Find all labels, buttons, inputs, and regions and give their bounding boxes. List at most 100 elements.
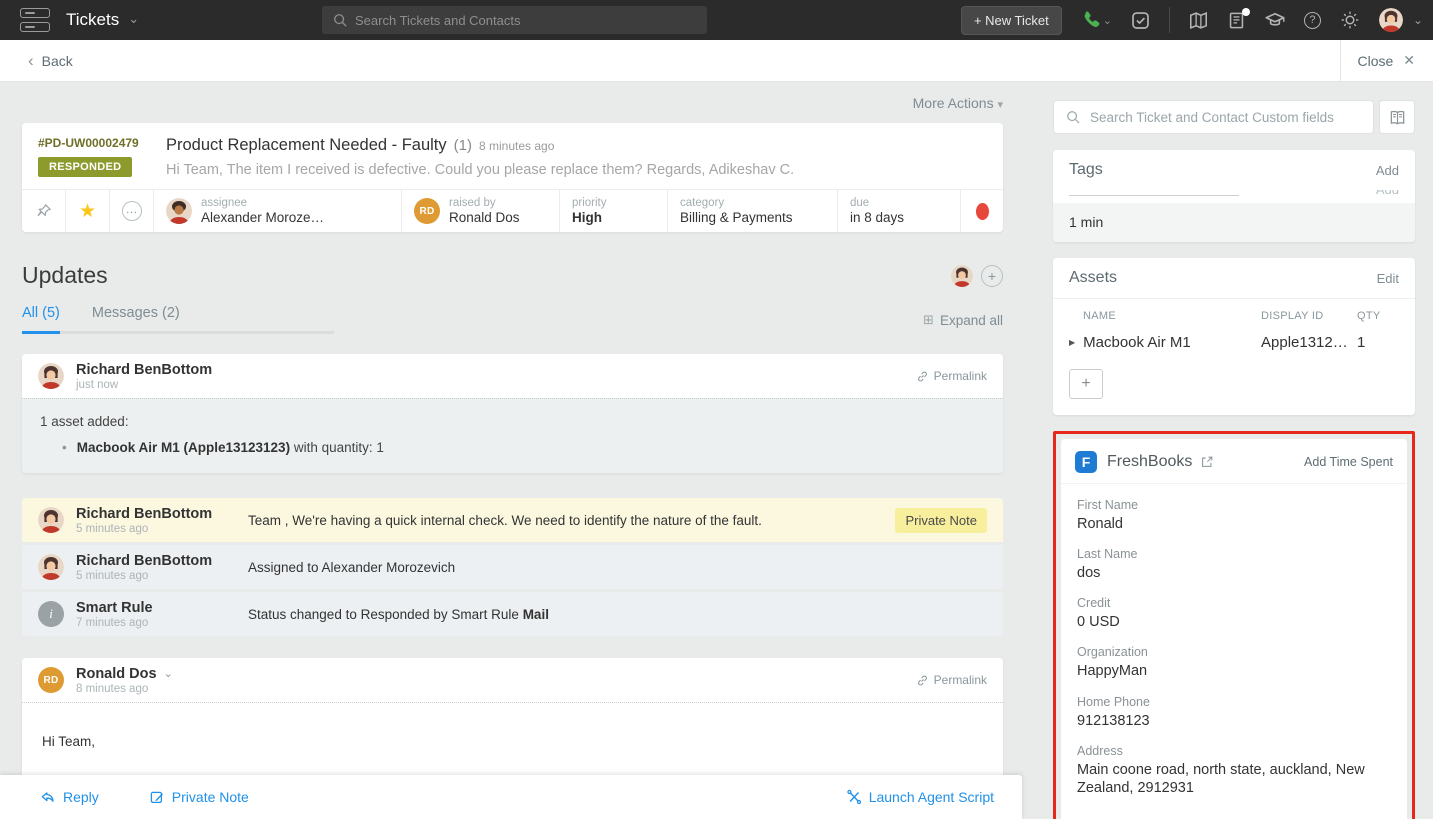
- search-icon: [1066, 110, 1080, 124]
- sla-red-indicator[interactable]: [976, 203, 989, 220]
- raised-by-value: Ronald Dos: [449, 210, 520, 225]
- custom-fields-search[interactable]: [1053, 100, 1374, 134]
- fb-field-address: Address Main coone road, north state, au…: [1077, 744, 1391, 797]
- due-label: due: [850, 197, 904, 209]
- knowledge-map-icon[interactable]: [1189, 11, 1208, 30]
- more-actions-button[interactable]: More Actions ▾: [913, 95, 1003, 115]
- due-cell[interactable]: due in 8 days: [838, 190, 961, 232]
- freshbooks-title: FreshBooks: [1107, 453, 1192, 471]
- asset-name: Macbook Air M1: [1083, 334, 1261, 351]
- add-time-spent-button[interactable]: Add Time Spent: [1304, 455, 1393, 469]
- sla-indicator-cell: [961, 190, 1003, 232]
- chevron-left-icon: ‹: [28, 51, 34, 71]
- external-link-icon[interactable]: [1200, 455, 1214, 469]
- tab-all[interactable]: All (5): [22, 305, 60, 334]
- book-icon: [1389, 109, 1406, 126]
- whats-new-icon[interactable]: [1227, 11, 1246, 30]
- close-label: Close: [1357, 53, 1393, 69]
- private-note-button[interactable]: Private Note: [149, 789, 249, 805]
- launch-agent-script-button[interactable]: Launch Agent Script: [846, 789, 994, 805]
- ticket-column: More Actions ▾ #PD-UW00002479 RESPONDED …: [22, 82, 1003, 819]
- module-label: Tickets: [66, 10, 119, 30]
- col-name: NAME: [1083, 310, 1261, 322]
- assignee-cell[interactable]: assignee Alexander Moroze…: [154, 190, 402, 232]
- timeline-asset-event: Richard BenBottom just now Permalink 1 a…: [22, 354, 1003, 473]
- expand-all-button[interactable]: ⊞ Expand all: [923, 312, 1003, 334]
- fb-field-organization: Organization HappyMan: [1077, 645, 1391, 680]
- clipped-scrolled-row: Add: [1053, 190, 1415, 203]
- close-button[interactable]: Close ✕: [1340, 40, 1433, 82]
- tags-add-button[interactable]: Add: [1376, 163, 1399, 178]
- chevron-down-icon: ⌄: [1103, 14, 1112, 27]
- assets-edit-button[interactable]: Edit: [1377, 271, 1399, 286]
- priority-cell[interactable]: priority High: [560, 190, 668, 232]
- permalink-button[interactable]: Permalink: [916, 369, 987, 383]
- category-cell[interactable]: category Billing & Payments: [668, 190, 838, 232]
- reply-icon: [40, 790, 56, 805]
- add-watcher-button[interactable]: +: [981, 265, 1003, 287]
- requester-initials-avatar: RD: [38, 667, 64, 693]
- fb-field-home-phone: Home Phone 912138123: [1077, 695, 1391, 730]
- due-value: in 8 days: [850, 210, 904, 225]
- assignment-row[interactable]: Richard BenBottom 5 minutes ago Assigned…: [22, 545, 1003, 589]
- watcher-avatar[interactable]: [951, 265, 973, 287]
- notification-dot: [1242, 8, 1250, 16]
- top-navbar: Tickets ⌄ + New Ticket ⌄ ?: [0, 0, 1433, 40]
- user-menu[interactable]: [1379, 8, 1403, 32]
- chevron-down-icon[interactable]: ⌄: [164, 667, 173, 680]
- link-icon: [916, 370, 929, 383]
- module-selector[interactable]: Tickets ⌄: [66, 10, 139, 30]
- smart-rule-row[interactable]: i Smart Rule 7 minutes ago Status change…: [22, 592, 1003, 636]
- close-icon: ✕: [1403, 52, 1415, 69]
- event-time: just now: [76, 379, 916, 391]
- bullet-icon: •: [62, 440, 67, 455]
- help-icon[interactable]: ?: [1304, 12, 1321, 29]
- custom-fields-search-input[interactable]: [1090, 110, 1350, 125]
- asset-row[interactable]: ▶ Macbook Air M1 Apple1312… 1: [1053, 324, 1415, 359]
- new-ticket-button[interactable]: + New Ticket: [961, 6, 1062, 35]
- avatar: [38, 554, 64, 580]
- tags-title: Tags: [1069, 161, 1103, 179]
- assign-author: Richard BenBottom: [76, 553, 234, 569]
- star-icon: ★: [79, 200, 96, 223]
- fb-field-last-name: Last Name dos: [1077, 547, 1391, 582]
- phone-icon[interactable]: ⌄: [1081, 10, 1112, 30]
- priority-label: priority: [572, 197, 607, 209]
- academy-icon[interactable]: [1265, 10, 1285, 30]
- timeline-collapsed-group: Richard BenBottom 5 minutes ago Team , W…: [22, 498, 1003, 636]
- star-button[interactable]: ★: [66, 190, 110, 232]
- pin-button[interactable]: [22, 190, 66, 232]
- raised-by-cell[interactable]: RD raised by Ronald Dos: [402, 190, 560, 232]
- assets-card: Assets Edit NAME DISPLAY ID QTY ▶ Macboo…: [1053, 258, 1415, 415]
- tab-messages[interactable]: Messages (2): [92, 305, 180, 334]
- reply-button[interactable]: Reply: [40, 789, 99, 805]
- fb-field-credit: Credit 0 USD: [1077, 596, 1391, 631]
- avatar: [38, 363, 64, 389]
- tasks-icon[interactable]: [1131, 11, 1150, 30]
- content-area: More Actions ▾ #PD-UW00002479 RESPONDED …: [0, 82, 1433, 819]
- raised-by-label: raised by: [449, 197, 520, 209]
- global-search-input[interactable]: [355, 13, 675, 28]
- info-icon: i: [38, 601, 64, 627]
- pin-icon: [36, 203, 52, 219]
- asset-display-id: Apple1312…: [1261, 334, 1357, 351]
- assets-table-header: NAME DISPLAY ID QTY: [1053, 299, 1415, 324]
- ticket-properties-bar: ★ … assignee Alexander Moroze…: [22, 189, 1003, 232]
- back-button[interactable]: ‹ Back: [28, 51, 73, 71]
- note-text: Team , We're having a quick internal che…: [248, 513, 895, 528]
- ticket-header-card: #PD-UW00002479 RESPONDED Product Replace…: [22, 123, 1003, 232]
- global-search[interactable]: [322, 6, 707, 34]
- app-switcher-icon[interactable]: [20, 8, 50, 32]
- add-asset-button[interactable]: +: [1069, 369, 1103, 399]
- fb-field-first-name: First Name Ronald: [1077, 498, 1391, 533]
- permalink-button[interactable]: Permalink: [916, 673, 987, 687]
- chevron-down-icon: ⌄: [128, 11, 139, 27]
- caret-down-icon: ▾: [997, 99, 1003, 111]
- ticket-id: #PD-UW00002479: [38, 136, 166, 150]
- avatar: [38, 507, 64, 533]
- field-layout-button[interactable]: [1379, 100, 1415, 134]
- private-note-row[interactable]: Richard BenBottom 5 minutes ago Team , W…: [22, 498, 1003, 542]
- time-spent-value: 1 min: [1053, 203, 1415, 242]
- whats-next-bulb-icon[interactable]: [1340, 10, 1360, 30]
- more-options-button[interactable]: …: [110, 190, 154, 232]
